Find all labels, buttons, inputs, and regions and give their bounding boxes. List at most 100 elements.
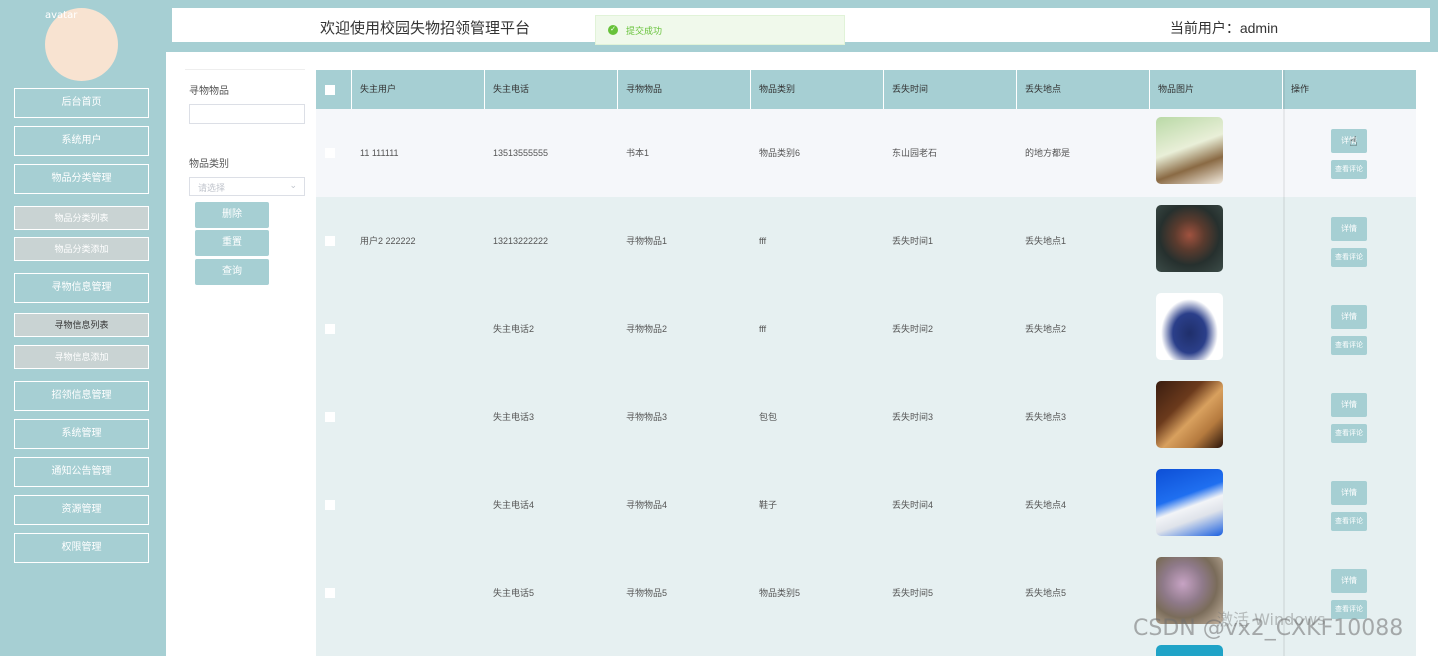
- cell-place: 的地方都是: [1025, 148, 1071, 158]
- table-row[interactable]: 失主电话4 寻物物品4 鞋子 丢失时间4 丢失地点4 详情 查看评论: [316, 461, 1416, 549]
- detail-button[interactable]: 详情: [1331, 481, 1367, 505]
- column-header-category[interactable]: 物品类别: [751, 70, 884, 109]
- view-comments-button[interactable]: 查看评论: [1331, 248, 1367, 267]
- sidebar-item-system-management[interactable]: 系统管理: [14, 419, 149, 449]
- cell-category: fff: [759, 324, 767, 334]
- sidebar-subitem-lost-info-add[interactable]: 寻物信息添加: [14, 345, 149, 369]
- row-checkbox[interactable]: [325, 412, 335, 422]
- page-title: 欢迎使用校园失物招领管理平台: [320, 20, 531, 37]
- item-name-input[interactable]: [189, 104, 305, 124]
- cell-user: [352, 285, 485, 373]
- check-circle-icon: ✓: [608, 25, 618, 35]
- sidebar-item-system-users[interactable]: 系统用户: [14, 126, 149, 156]
- item-name-label: 寻物物品: [189, 86, 229, 97]
- chevron-down-icon: ⌄: [289, 180, 297, 190]
- sidebar-item-home[interactable]: 后台首页: [14, 88, 149, 118]
- column-header-actions: 操作: [1291, 84, 1310, 94]
- sidebar-item-lost-info-management[interactable]: 寻物信息管理: [14, 273, 149, 303]
- row-checkbox[interactable]: [325, 588, 335, 598]
- handbag-photo[interactable]: [1156, 293, 1223, 360]
- reset-button[interactable]: 重置: [195, 230, 269, 256]
- cell-user: [352, 549, 485, 637]
- table-row[interactable]: 失主电话3 寻物物品3 包包 丢失时间3 丢失地点3 详情 查看评论: [316, 373, 1416, 461]
- sidebar: avatar 后台首页 系统用户 物品分类管理 物品分类列表 物品分类添加 寻物…: [0, 0, 166, 656]
- row-checkbox[interactable]: [325, 236, 335, 246]
- detail-button[interactable]: 详情: [1331, 393, 1367, 417]
- column-header-time[interactable]: 丢失时间: [884, 70, 1017, 109]
- table-row[interactable]: 用户2 222222 13213222222 寻物物品1 fff 丢失时间1 丢…: [316, 197, 1416, 285]
- category-select[interactable]: 请选择 ⌄: [189, 177, 305, 196]
- cell-category: fff: [759, 236, 767, 246]
- row-actions: 详情 查看评论: [1283, 109, 1416, 197]
- view-comments-button[interactable]: 查看评论: [1331, 160, 1367, 179]
- column-header-item[interactable]: 寻物物品: [618, 70, 751, 109]
- item-photo-partial[interactable]: [1156, 645, 1223, 656]
- sidebar-item-permission-management[interactable]: 权限管理: [14, 533, 149, 563]
- column-header-image[interactable]: 物品图片: [1150, 70, 1283, 109]
- cell-place: 丢失地点4: [1025, 500, 1067, 510]
- cell-phone: 失主电话5: [493, 588, 535, 598]
- filter-divider: [185, 69, 305, 70]
- cell-item: 寻物物品4: [626, 500, 668, 510]
- table-row[interactable]: 失主电话2 寻物物品2 fff 丢失时间2 丢失地点2 详情 查看评论: [316, 285, 1416, 373]
- sidebar-subitem-category-list[interactable]: 物品分类列表: [14, 206, 149, 230]
- wallet-photo[interactable]: [1156, 381, 1223, 448]
- success-toast: ✓ 提交成功: [595, 15, 845, 45]
- view-comments-button[interactable]: 查看评论: [1331, 424, 1367, 443]
- select-all-checkbox[interactable]: [325, 85, 335, 95]
- table-header: 失主用户 失主电话 寻物物品 物品类别 丢失时间 丢失地点 物品图片 操作: [316, 70, 1416, 109]
- toast-message: 提交成功: [626, 26, 663, 36]
- row-actions: 详情 查看评论: [1283, 197, 1416, 285]
- sneaker-photo[interactable]: [1156, 469, 1223, 536]
- cell-place: 丢失地点1: [1025, 236, 1067, 246]
- column-header-phone[interactable]: 失主电话: [485, 70, 618, 109]
- cell-category: 包包: [759, 412, 778, 422]
- cell-item: 寻物物品3: [626, 412, 668, 422]
- column-header-user[interactable]: 失主用户: [352, 70, 485, 109]
- cell-category: 物品类别6: [759, 148, 801, 158]
- sidebar-subitem-category-add[interactable]: 物品分类添加: [14, 237, 149, 261]
- sidebar-subitem-lost-info-list[interactable]: 寻物信息列表: [14, 313, 149, 337]
- csdn-watermark: CSDN @vx2_CXKF10088: [1133, 616, 1404, 641]
- row-checkbox[interactable]: [325, 148, 335, 158]
- book-photo[interactable]: [1156, 117, 1223, 184]
- sidebar-item-category-management[interactable]: 物品分类管理: [14, 164, 149, 194]
- cell-phone: 13213222222: [493, 236, 549, 246]
- cell-item: 寻物物品2: [626, 324, 668, 334]
- cell-place: 丢失地点5: [1025, 588, 1067, 598]
- cell-time: 丢失时间2: [892, 324, 934, 334]
- cell-phone: 失主电话4: [493, 500, 535, 510]
- cell-item: 寻物物品1: [626, 236, 668, 246]
- row-actions: 详情 查看评论: [1283, 461, 1416, 549]
- view-comments-button[interactable]: 查看评论: [1331, 336, 1367, 355]
- plush-toy-photo[interactable]: [1156, 205, 1223, 272]
- view-comments-button[interactable]: 查看评论: [1331, 512, 1367, 531]
- table-row[interactable]: 11 111111 13513555555 书本1 物品类别6 东山园老石 的地…: [316, 109, 1416, 197]
- cell-time: 丢失时间3: [892, 412, 934, 422]
- row-actions: 详情 查看评论: [1283, 373, 1416, 461]
- cell-time: 丢失时间4: [892, 500, 934, 510]
- column-header-place[interactable]: 丢失地点: [1017, 70, 1150, 109]
- row-checkbox[interactable]: [325, 500, 335, 510]
- sidebar-item-notice-management[interactable]: 通知公告管理: [14, 457, 149, 487]
- cell-user: [352, 373, 485, 461]
- sidebar-item-found-info-management[interactable]: 招领信息管理: [14, 381, 149, 411]
- category-select-placeholder: 请选择: [198, 183, 226, 193]
- delete-button[interactable]: 删除: [195, 202, 269, 228]
- mouse-cursor-icon: ☝: [1349, 133, 1358, 149]
- sidebar-item-resource-management[interactable]: 资源管理: [14, 495, 149, 525]
- search-button[interactable]: 查询: [195, 259, 269, 285]
- current-user: 当前用户：admin: [1169, 20, 1278, 36]
- row-checkbox[interactable]: [325, 324, 335, 334]
- detail-button[interactable]: 详情: [1331, 217, 1367, 241]
- cell-category: 鞋子: [759, 500, 778, 510]
- fixed-column-shadow: [1283, 70, 1285, 656]
- detail-button[interactable]: 详情: [1331, 569, 1367, 593]
- select-all-header: [316, 70, 352, 109]
- cell-time: 丢失时间1: [892, 236, 934, 246]
- avatar-alt-text: avatar: [45, 10, 78, 21]
- cell-category: 物品类别5: [759, 588, 801, 598]
- cell-phone: 13513555555: [493, 148, 549, 158]
- keychain-photo[interactable]: [1156, 557, 1223, 624]
- detail-button[interactable]: 详情: [1331, 305, 1367, 329]
